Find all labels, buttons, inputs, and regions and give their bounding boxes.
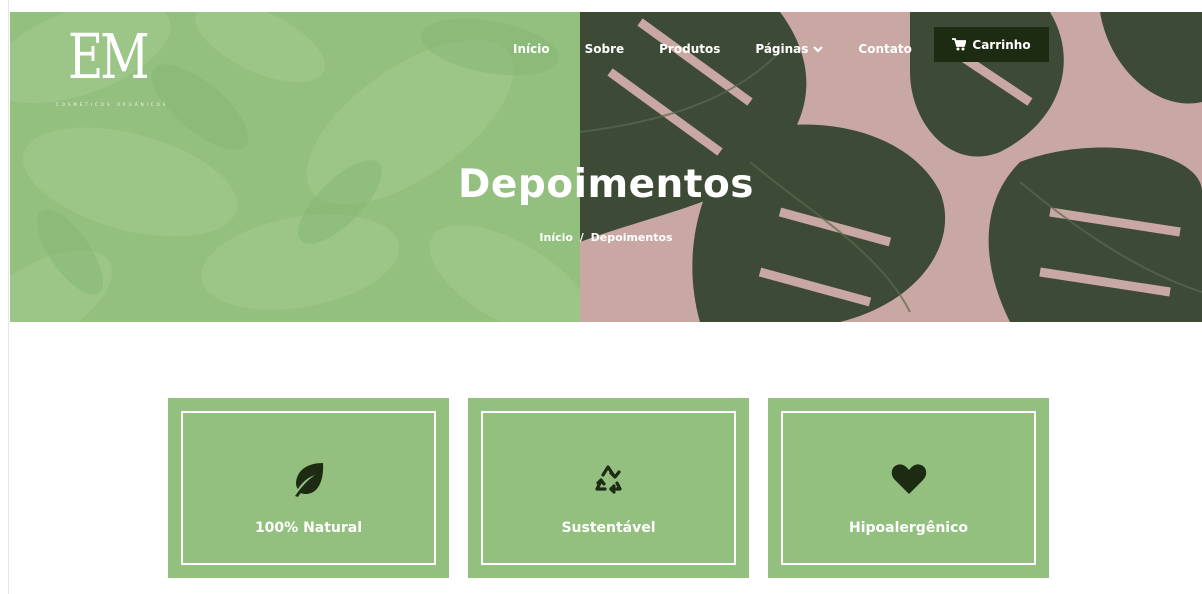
feature-card-border: 100% Natural <box>181 411 436 565</box>
cart-button[interactable]: Carrinho <box>934 27 1049 62</box>
nav-item-contato[interactable]: Contato <box>858 42 911 56</box>
nav-item-sobre[interactable]: Sobre <box>585 42 625 56</box>
cart-label: Carrinho <box>972 37 1031 52</box>
leaf-icon <box>294 463 323 497</box>
feature-card-border: Sustentável <box>481 411 736 565</box>
chevron-down-icon <box>813 46 824 53</box>
nav-item-produtos[interactable]: Produtos <box>659 42 720 56</box>
breadcrumb-current: Depoimentos <box>590 231 673 244</box>
feature-card-sustentavel: Sustentável <box>468 398 749 578</box>
page-title: Depoimentos <box>458 162 754 207</box>
recycle-icon <box>594 465 622 494</box>
feature-label: 100% Natural <box>254 520 363 536</box>
nav-item-inicio[interactable]: Início <box>513 42 550 56</box>
feature-label: Sustentável <box>561 520 656 536</box>
feature-card-border: Hipoalergênico <box>781 411 1036 565</box>
page-edge-divider <box>8 0 9 594</box>
main-nav: Início Sobre Produtos Páginas Contato <box>513 37 912 61</box>
heart-icon <box>891 464 926 494</box>
feature-card-natural: 100% Natural <box>168 398 449 578</box>
nav-item-paginas-label: Páginas <box>755 42 809 56</box>
breadcrumb-home-link[interactable]: Início <box>539 231 573 244</box>
brand-logo[interactable]: EM COSMÉTICOS ORGÂNICOS <box>56 20 186 108</box>
hero-banner: EM COSMÉTICOS ORGÂNICOS Início Sobre Pro… <box>10 12 1202 322</box>
shopping-cart-icon <box>952 38 967 51</box>
breadcrumb-separator: / <box>579 231 584 244</box>
breadcrumb: Início / Depoimentos <box>10 231 1202 244</box>
feature-label: Hipoalergênico <box>849 520 968 536</box>
nav-item-paginas[interactable]: Páginas <box>755 42 824 56</box>
feature-card-hipoalergenico: Hipoalergênico <box>768 398 1049 578</box>
logo-monogram: EM <box>68 20 150 93</box>
logo-tagline: COSMÉTICOS ORGÂNICOS <box>56 102 169 107</box>
